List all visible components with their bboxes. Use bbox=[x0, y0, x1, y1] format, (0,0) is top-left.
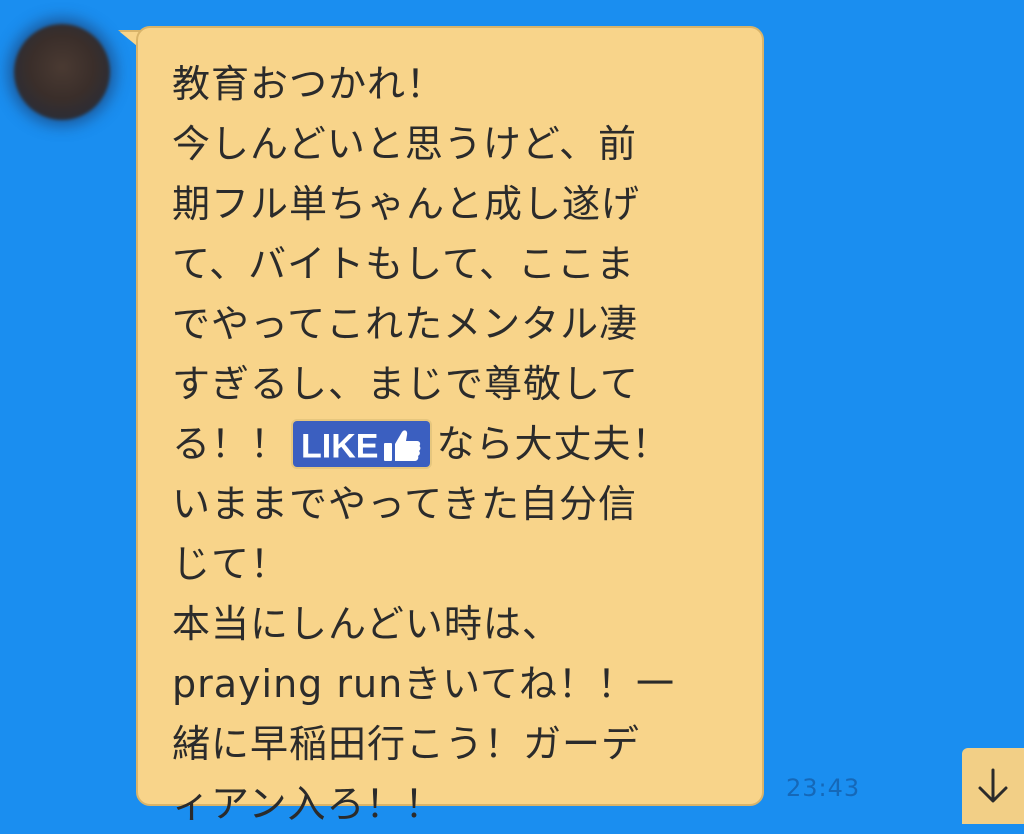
message-line: じて！ bbox=[172, 542, 290, 586]
message-line: て、バイトもして、ここま bbox=[172, 242, 636, 286]
message-line: 緒に早稲田行こう！ガーデ bbox=[172, 722, 641, 766]
arrow-down-icon bbox=[978, 768, 1008, 803]
scroll-to-bottom-button[interactable] bbox=[962, 748, 1024, 824]
message-line: praying runきいてね！！一 bbox=[172, 662, 676, 706]
message-line-with-like: る！！ LIKE なら大丈夫！ bbox=[172, 414, 742, 474]
message-line: 今しんどいと思うけど、前 bbox=[172, 122, 637, 166]
message-line: すぎるし、まじで尊敬して bbox=[172, 362, 639, 406]
message-line: 本当にしんどい時は、 bbox=[172, 602, 561, 646]
message-bubble[interactable]: 教育おつかれ！ 今しんどいと思うけど、前 期フル単ちゃんと成し遂げ て、バイトも… bbox=[136, 26, 764, 826]
message-line: いままでやってきた自分信 bbox=[172, 482, 637, 526]
message-line: ィアン入ろ！！ bbox=[172, 782, 444, 826]
thumbs-up-icon bbox=[384, 430, 421, 461]
message-line: でやってこれたメンタル凄 bbox=[172, 302, 639, 346]
like-sticker: LIKE bbox=[293, 420, 431, 467]
sender-avatar[interactable] bbox=[14, 24, 110, 120]
like-line-suffix: なら大丈夫！ bbox=[436, 422, 671, 466]
message-line: 教育おつかれ！ bbox=[172, 62, 446, 106]
like-line-prefix: る！！ bbox=[172, 422, 290, 466]
like-sticker-text: LIKE bbox=[301, 427, 379, 465]
message-timestamp: 23:43 bbox=[786, 774, 861, 802]
message-line: 期フル単ちゃんと成し遂げ bbox=[172, 182, 641, 226]
